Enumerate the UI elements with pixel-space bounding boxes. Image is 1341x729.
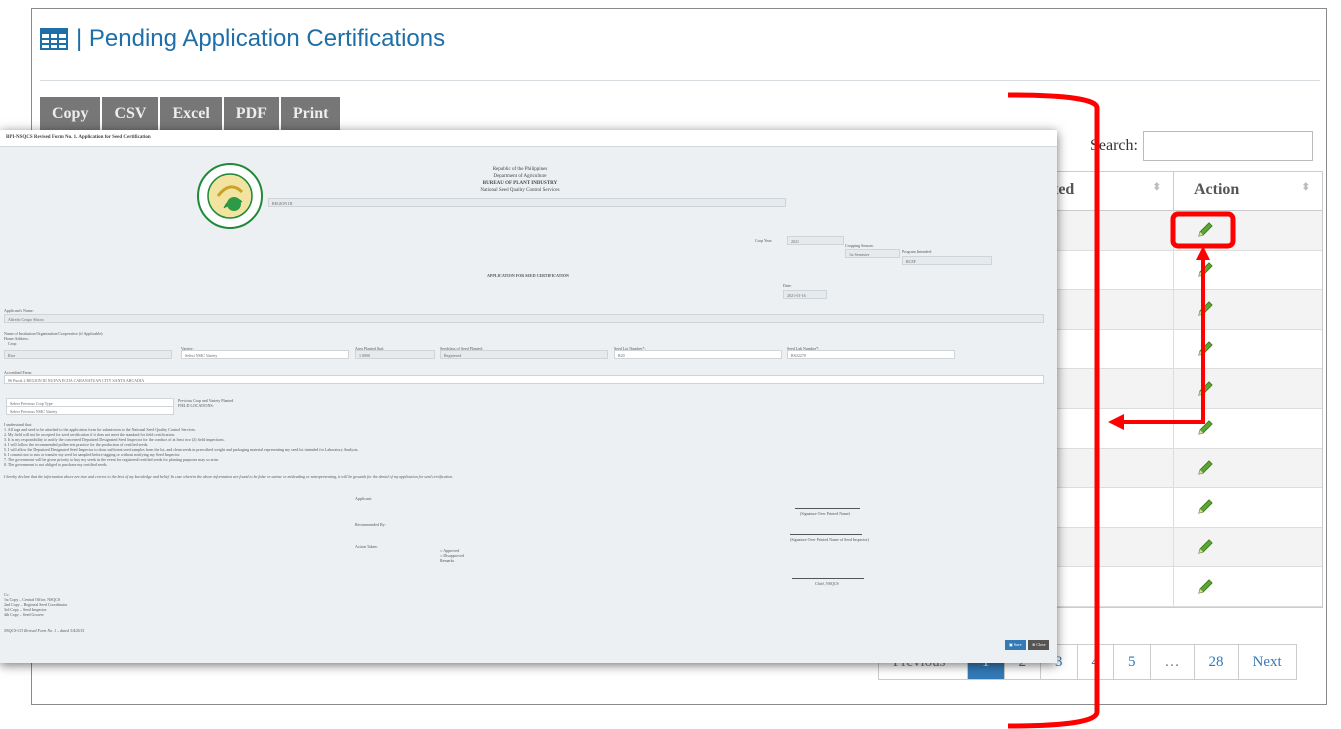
page-28-button[interactable]: 28 [1194, 645, 1239, 679]
action-cell [1174, 528, 1322, 567]
applications-table: ated ⬍ Action ⬍ [1030, 171, 1323, 608]
table-row [1031, 369, 1322, 409]
form-header: BPI-NSQCS Revised Form No. 1. Applicatio… [0, 130, 1057, 147]
page-5-button[interactable]: 5 [1114, 645, 1151, 679]
action-cell [1174, 409, 1322, 448]
action-cell [1174, 369, 1322, 408]
close-button[interactable]: ⊗ Close [1028, 640, 1050, 650]
search-input[interactable] [1143, 131, 1313, 161]
table-row [1031, 527, 1322, 568]
chief-signature-line [792, 578, 864, 579]
pencil-icon[interactable] [1196, 419, 1214, 437]
pencil-icon[interactable] [1196, 261, 1214, 279]
pdf-button[interactable]: PDF [223, 97, 279, 131]
government-heading: Republic of the Philippines Department o… [480, 167, 560, 193]
program-label: Program Intended: [902, 249, 932, 254]
table-row [1031, 211, 1322, 251]
department-of-agriculture-seal-icon [197, 163, 263, 229]
form-footer: NSQCS-CO Revised Form No. 1 – dated 3/4/… [4, 628, 85, 633]
table-row [1031, 329, 1322, 370]
table-row [1031, 290, 1322, 330]
action-cell [1174, 449, 1322, 488]
cropping-season-label: Cropping Season: [845, 243, 874, 248]
term-8: 8. The government is not obliged to purc… [4, 462, 108, 467]
excel-button[interactable]: Excel [160, 97, 222, 131]
crop-field[interactable]: Rice [4, 350, 172, 359]
action-cell [1174, 330, 1322, 369]
cropping-season-field[interactable]: 1st Semester [845, 249, 900, 258]
previous-variety-select[interactable]: Select Previous NSIC Variety [6, 406, 174, 415]
recommended-by-label: Recommended By: [355, 522, 386, 527]
action-cell [1174, 567, 1322, 606]
accredited-farm-field[interactable]: 06 Purok 2 REGION III NUEVA ECIJA CABANA… [4, 375, 1044, 384]
crop-year-field[interactable]: 2021 [787, 236, 844, 245]
print-button[interactable]: Print [280, 97, 341, 131]
pencil-icon[interactable] [1196, 300, 1214, 318]
seed-lot-field[interactable]: R20 [614, 350, 782, 359]
crop-year-label: Crop Year: [755, 238, 773, 243]
region-field[interactable]: REGION III [268, 198, 786, 207]
page-title: | Pending Application Certifications [40, 25, 445, 53]
action-cell [1174, 290, 1322, 329]
action-cell [1174, 488, 1322, 527]
action-cell [1174, 251, 1322, 290]
date-field[interactable]: 2021-01-16 [783, 290, 827, 299]
pencil-icon[interactable] [1196, 459, 1214, 477]
table-row [1031, 448, 1322, 489]
applicant-signature-label: Applicant: [355, 496, 372, 501]
pencil-icon[interactable] [1196, 221, 1214, 239]
column-header-action[interactable]: Action ⬍ [1174, 172, 1322, 210]
field-locations-label: FIELD LOCATIONS: [178, 403, 214, 408]
signature-line [795, 508, 860, 509]
export-toolbar: Copy CSV Excel PDF Print [40, 97, 341, 131]
next-page-button[interactable]: Next [1238, 645, 1296, 679]
action-taken-label: Action Taken: [355, 544, 378, 549]
inspector-signature-caption: (Signature Over Printed Name of Seed Ins… [790, 537, 870, 542]
crop-label: Crop: [8, 341, 18, 346]
page-4-button[interactable]: 4 [1077, 645, 1114, 679]
form-heading: APPLICATION FOR SEED CERTIFICATION [487, 273, 569, 278]
signature-caption: (Signature Over Printed Name) [800, 511, 851, 516]
pencil-icon[interactable] [1196, 578, 1214, 596]
pencil-icon[interactable] [1196, 340, 1214, 358]
copy-button[interactable]: Copy [40, 97, 101, 131]
remarks-label: Remarks [440, 558, 455, 563]
applicant-field[interactable]: Alfredo Crispo Siboro [4, 314, 1044, 323]
seed-class-field[interactable]: Registered [440, 350, 608, 359]
table-row [1031, 567, 1322, 607]
csv-button[interactable]: CSV [102, 97, 159, 131]
applicant-label: Applicant's Name: [4, 308, 34, 313]
seed-certification-form: BPI-NSQCS Revised Form No. 1. Applicatio… [0, 130, 1057, 663]
cc-copy-4: 4th Copy – Seed Grower [4, 612, 44, 617]
table-header: ated ⬍ Action ⬍ [1031, 172, 1322, 211]
pencil-icon[interactable] [1196, 538, 1214, 556]
variety-select[interactable]: Select NSIC Variety [181, 350, 349, 359]
page-title-text: | Pending Application Certifications [76, 25, 446, 52]
search-label: Search: [1090, 137, 1138, 154]
table-row [1031, 408, 1322, 449]
sort-icon: ⬍ [1301, 182, 1310, 193]
save-button[interactable]: ▣ Save [1005, 640, 1026, 650]
seed-lab-field[interactable]: RS22270 [787, 350, 955, 359]
area-field[interactable]: 1.0000 [355, 350, 435, 359]
table-icon [40, 28, 68, 50]
date-label: Date: [783, 283, 792, 288]
table-row [1031, 250, 1322, 291]
declaration-text: I hereby declare that the information ab… [4, 474, 453, 479]
table-row [1031, 488, 1322, 528]
page-ellipsis: … [1150, 645, 1195, 679]
pencil-icon[interactable] [1196, 498, 1214, 516]
program-field[interactable]: RCEF [902, 256, 992, 265]
pencil-icon[interactable] [1196, 380, 1214, 398]
sort-icon: ⬍ [1152, 182, 1161, 193]
chief-label: Chief, NSQCS [815, 581, 839, 586]
title-divider [40, 80, 1320, 81]
inspector-signature-line [790, 534, 862, 535]
action-cell [1174, 211, 1322, 250]
